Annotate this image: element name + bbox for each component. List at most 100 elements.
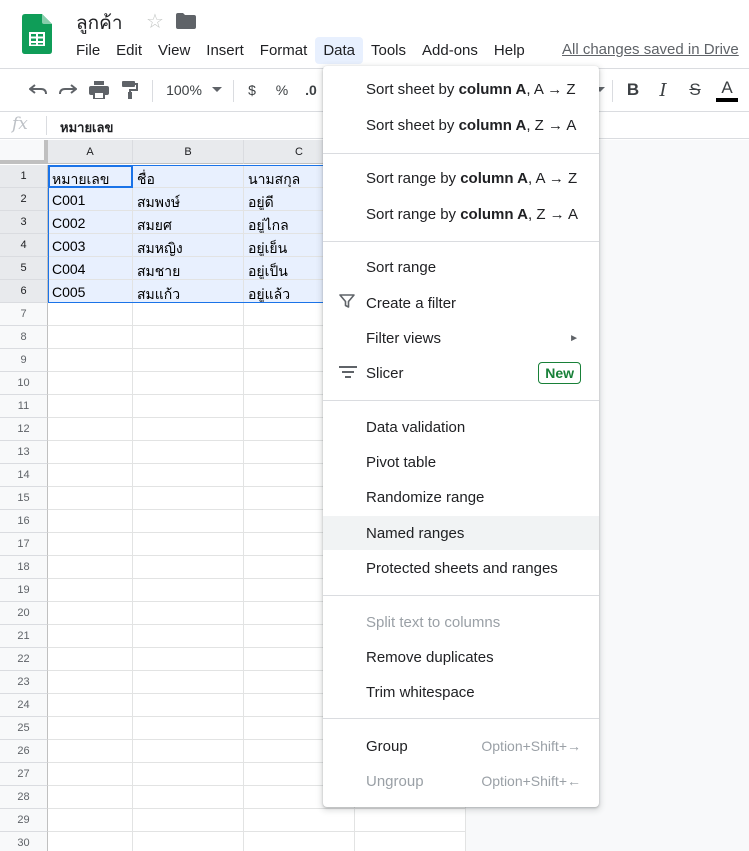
cell-a19[interactable] — [48, 579, 133, 602]
cell-b21[interactable] — [133, 625, 244, 648]
cell-a4[interactable]: C003 — [48, 234, 133, 257]
row-header-24[interactable]: 24 — [0, 694, 48, 717]
cell-d30[interactable] — [355, 832, 466, 851]
menu-add-ons[interactable]: Add-ons — [414, 37, 486, 64]
cell-a15[interactable] — [48, 487, 133, 510]
cell-a16[interactable] — [48, 510, 133, 533]
row-header-23[interactable]: 23 — [0, 671, 48, 694]
cell-b23[interactable] — [133, 671, 244, 694]
cell-a5[interactable]: C004 — [48, 257, 133, 280]
paint-format-icon[interactable] — [118, 69, 142, 111]
strikethrough-button[interactable]: S — [684, 69, 706, 111]
row-header-1[interactable]: 1 — [0, 165, 48, 188]
cell-a2[interactable]: C001 — [48, 188, 133, 211]
row-header-13[interactable]: 13 — [0, 441, 48, 464]
cell-b28[interactable] — [133, 786, 244, 809]
cell-a27[interactable] — [48, 763, 133, 786]
menu-item-protected-sheets[interactable]: Protected sheets and ranges — [323, 551, 599, 585]
menu-item-remove-duplicates[interactable]: Remove duplicates — [323, 640, 599, 674]
percent-format-button[interactable]: % — [272, 69, 292, 111]
cell-a22[interactable] — [48, 648, 133, 671]
row-header-3[interactable]: 3 — [0, 211, 48, 234]
column-header-b[interactable]: B — [133, 140, 244, 164]
sheets-logo-icon[interactable] — [22, 14, 52, 54]
cell-a9[interactable] — [48, 349, 133, 372]
cell-b19[interactable] — [133, 579, 244, 602]
menu-edit[interactable]: Edit — [108, 37, 150, 64]
cell-b25[interactable] — [133, 717, 244, 740]
menu-item-sort-sheet-z-a[interactable]: Sort sheet by column A, Z → A — [323, 108, 599, 142]
cell-b30[interactable] — [133, 832, 244, 851]
cell-b4[interactable]: สมหญิง — [133, 234, 244, 257]
cell-d29[interactable] — [355, 809, 466, 832]
menu-insert[interactable]: Insert — [198, 37, 252, 64]
row-header-2[interactable]: 2 — [0, 188, 48, 211]
cell-b5[interactable]: สมชาย — [133, 257, 244, 280]
cell-c29[interactable] — [244, 809, 355, 832]
cell-b11[interactable] — [133, 395, 244, 418]
cell-a26[interactable] — [48, 740, 133, 763]
cell-a6[interactable]: C005 — [48, 280, 133, 303]
document-title[interactable]: ลูกค้า — [76, 8, 123, 38]
cell-a7[interactable] — [48, 303, 133, 326]
cell-a21[interactable] — [48, 625, 133, 648]
cell-b2[interactable]: สมพงษ์ — [133, 188, 244, 211]
row-header-28[interactable]: 28 — [0, 786, 48, 809]
cell-b7[interactable] — [133, 303, 244, 326]
cell-b10[interactable] — [133, 372, 244, 395]
cell-b20[interactable] — [133, 602, 244, 625]
cell-b12[interactable] — [133, 418, 244, 441]
cell-a29[interactable] — [48, 809, 133, 832]
cell-b13[interactable] — [133, 441, 244, 464]
redo-icon[interactable] — [56, 69, 80, 111]
row-header-20[interactable]: 20 — [0, 602, 48, 625]
cell-a20[interactable] — [48, 602, 133, 625]
row-header-15[interactable]: 15 — [0, 487, 48, 510]
undo-icon[interactable] — [26, 69, 50, 111]
cell-b16[interactable] — [133, 510, 244, 533]
text-color-button[interactable]: A — [714, 69, 740, 111]
cell-a17[interactable] — [48, 533, 133, 556]
cell-b3[interactable]: สมยศ — [133, 211, 244, 234]
cell-b1[interactable]: ชื่อ — [133, 165, 244, 188]
menu-file[interactable]: File — [68, 37, 108, 64]
cell-a25[interactable] — [48, 717, 133, 740]
menu-help[interactable]: Help — [486, 37, 533, 64]
cell-b22[interactable] — [133, 648, 244, 671]
menu-item-sort-sheet-a-z[interactable]: Sort sheet by column A, A → Z — [323, 72, 599, 106]
chevron-down-icon[interactable] — [208, 69, 226, 111]
cell-b18[interactable] — [133, 556, 244, 579]
cell-b8[interactable] — [133, 326, 244, 349]
row-header-8[interactable]: 8 — [0, 326, 48, 349]
column-header-a[interactable]: A — [48, 140, 133, 164]
menu-item-randomize-range[interactable]: Randomize range — [323, 480, 599, 514]
menu-item-sort-range-a-z[interactable]: Sort range by column A, A → Z — [323, 161, 599, 195]
cell-b29[interactable] — [133, 809, 244, 832]
cell-a3[interactable]: C002 — [48, 211, 133, 234]
cell-a13[interactable] — [48, 441, 133, 464]
cell-b9[interactable] — [133, 349, 244, 372]
zoom-select[interactable]: 100% — [162, 69, 206, 111]
row-header-26[interactable]: 26 — [0, 740, 48, 763]
row-header-29[interactable]: 29 — [0, 809, 48, 832]
row-header-7[interactable]: 7 — [0, 303, 48, 326]
row-header-10[interactable]: 10 — [0, 372, 48, 395]
cell-a10[interactable] — [48, 372, 133, 395]
cell-b15[interactable] — [133, 487, 244, 510]
cell-a12[interactable] — [48, 418, 133, 441]
cell-a11[interactable] — [48, 395, 133, 418]
print-icon[interactable] — [86, 69, 112, 111]
menu-item-pivot-table[interactable]: Pivot table — [323, 445, 599, 479]
menu-data[interactable]: Data — [315, 36, 363, 64]
italic-button[interactable]: I — [652, 69, 674, 111]
row-header-9[interactable]: 9 — [0, 349, 48, 372]
row-header-27[interactable]: 27 — [0, 763, 48, 786]
menu-tools[interactable]: Tools — [363, 37, 414, 64]
menu-item-sort-range-z-a[interactable]: Sort range by column A, Z → A — [323, 197, 599, 231]
row-header-12[interactable]: 12 — [0, 418, 48, 441]
row-header-11[interactable]: 11 — [0, 395, 48, 418]
cell-a18[interactable] — [48, 556, 133, 579]
row-header-19[interactable]: 19 — [0, 579, 48, 602]
bold-button[interactable]: B — [622, 69, 644, 111]
cell-b6[interactable]: สมแก้ว — [133, 280, 244, 303]
